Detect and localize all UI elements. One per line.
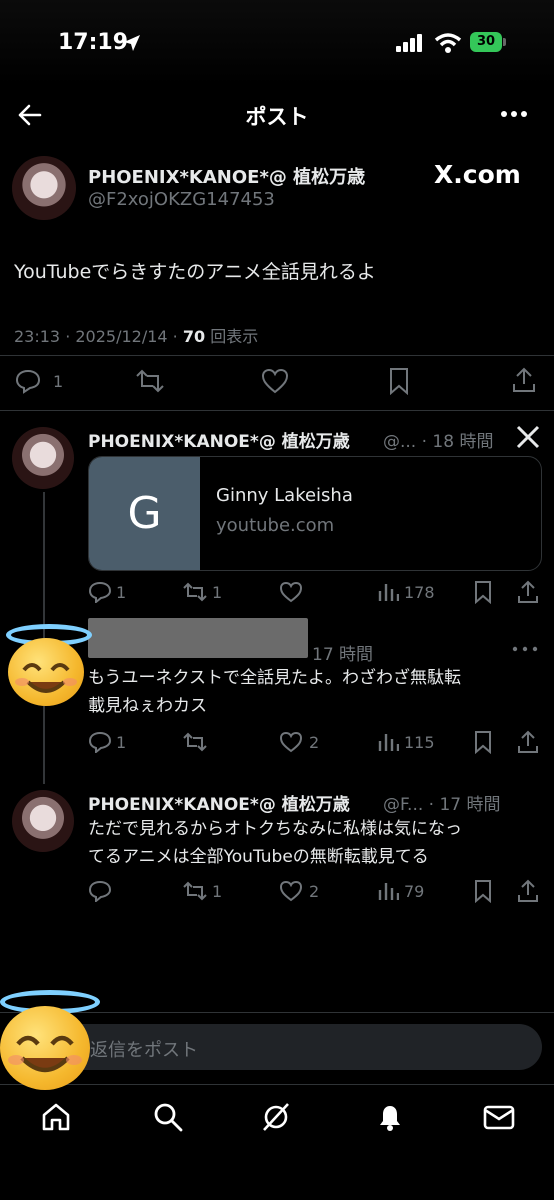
bell-icon[interactable] <box>374 1101 406 1133</box>
reply-handle-time: @F... · 17 時間 <box>383 795 501 815</box>
watermark-text: X.com <box>434 160 521 189</box>
reply-count: 1 <box>116 733 127 752</box>
reply-icon[interactable] <box>88 581 112 603</box>
emoji-face <box>15 663 77 693</box>
bookmark-icon[interactable] <box>473 879 493 903</box>
bookmark-icon[interactable] <box>473 730 493 754</box>
reply-icon[interactable] <box>15 368 41 394</box>
link-card-thumbnail: G <box>89 457 200 570</box>
reply-avatar[interactable] <box>12 427 74 489</box>
like-count: 2 <box>309 733 320 752</box>
bookmark-icon[interactable] <box>388 367 410 395</box>
wifi-icon <box>434 33 462 53</box>
repost-icon[interactable] <box>134 368 166 394</box>
smiling-face-with-halo-icon <box>8 638 84 706</box>
redacted-author-name <box>88 618 308 658</box>
reply-text-line-1: もうユーネクストで全話見たよ。わざわざ無駄転 <box>88 668 461 688</box>
view-count: 115 <box>404 733 435 752</box>
share-icon[interactable] <box>511 366 537 394</box>
link-card[interactable]: G Ginny Lakeisha youtube.com <box>88 456 542 571</box>
like-icon[interactable] <box>279 731 303 753</box>
battery-cap <box>503 38 506 46</box>
views-icon[interactable] <box>377 880 399 902</box>
post-text: YouTubeでらきすたのアニメ全話見れるよ <box>14 261 376 283</box>
battery-indicator: 30 <box>470 32 502 52</box>
more-icon[interactable] <box>500 110 528 118</box>
reply-text-line-2: てるアニメは全部YouTubeの無断転載見てる <box>88 847 429 867</box>
signal-icon <box>396 34 422 52</box>
link-card-domain: youtube.com <box>216 515 335 536</box>
like-icon[interactable] <box>279 880 303 902</box>
share-icon[interactable] <box>516 729 540 755</box>
status-time: 17:19 <box>58 30 129 55</box>
more-icon[interactable] <box>512 646 538 652</box>
reply-handle-time: @... · 18 時間 <box>383 432 494 452</box>
reply-text-line-1: ただで見れるからオトクちなみに私様は気になっ <box>88 819 462 839</box>
reply-icon[interactable] <box>88 731 112 753</box>
reply-count: 1 <box>53 372 64 391</box>
home-icon[interactable] <box>40 1101 72 1133</box>
bookmark-icon[interactable] <box>473 580 493 604</box>
page-title: ポスト <box>245 105 309 129</box>
author-handle[interactable]: @F2xojOKZG147453 <box>88 189 275 210</box>
reply-input-placeholder: 返信をポスト <box>90 1040 198 1061</box>
repost-icon[interactable] <box>181 731 209 753</box>
post-meta: 23:13 · 2025/12/14 · 70 回表示 <box>14 323 258 347</box>
reply-icon[interactable] <box>88 880 112 902</box>
reply-author-name[interactable]: PHOENIX*KANOE*@ 植松万歳 <box>88 427 350 452</box>
view-label: 回表示 <box>210 327 259 346</box>
link-card-title: Ginny Lakeisha <box>216 485 353 506</box>
repost-count: 1 <box>212 583 223 602</box>
share-icon[interactable] <box>516 878 540 904</box>
reply-text-line-2: 載見ねぇわカス <box>88 696 207 716</box>
x-logo-icon <box>516 425 540 449</box>
mail-icon[interactable] <box>482 1101 516 1133</box>
grok-icon[interactable] <box>260 1101 292 1133</box>
smiling-face-with-halo-icon <box>0 1006 90 1090</box>
view-count: 178 <box>404 583 435 602</box>
divider <box>0 355 554 356</box>
repost-count: 1 <box>212 882 223 901</box>
reply-count: 1 <box>116 583 127 602</box>
views-icon[interactable] <box>377 581 399 603</box>
share-icon[interactable] <box>516 579 540 605</box>
repost-icon[interactable] <box>181 581 209 603</box>
view-count: 70 <box>182 327 206 346</box>
location-arrow-icon <box>124 35 140 51</box>
search-icon[interactable] <box>152 1101 184 1133</box>
divider <box>0 410 554 411</box>
reply-author-name[interactable]: PHOENIX*KANOE*@ 植松万歳 <box>88 790 350 815</box>
view-count: 79 <box>404 882 425 901</box>
like-icon[interactable] <box>279 581 303 603</box>
author-name[interactable]: PHOENIX*KANOE*@ 植松万歳 <box>88 163 365 189</box>
emoji-face <box>8 1035 82 1073</box>
like-icon[interactable] <box>261 368 289 394</box>
reply-time: 17 時間 <box>312 645 374 665</box>
reply-avatar[interactable] <box>12 790 74 852</box>
views-icon[interactable] <box>377 731 399 753</box>
repost-icon[interactable] <box>181 880 209 902</box>
post-timestamp: 23:13 · 2025/12/14 · <box>14 327 183 346</box>
like-count: 2 <box>309 882 320 901</box>
author-avatar[interactable] <box>12 156 76 220</box>
